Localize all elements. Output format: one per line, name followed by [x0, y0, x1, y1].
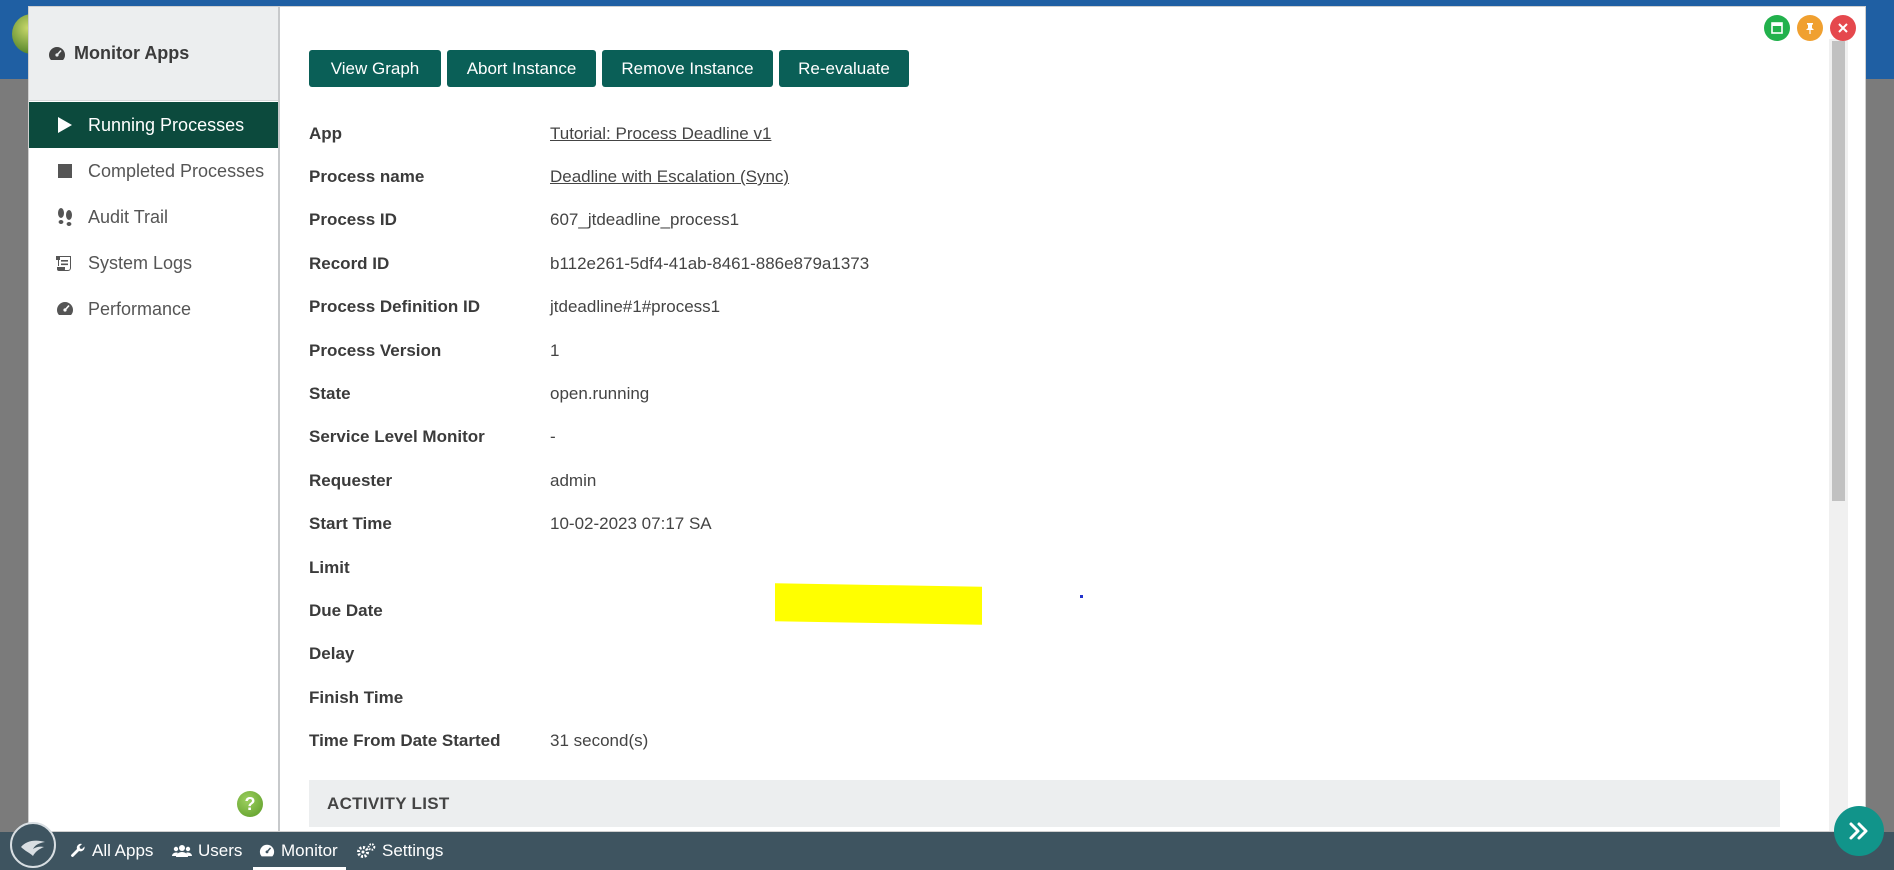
view-graph-button[interactable]: View Graph [309, 50, 441, 87]
remove-instance-button[interactable]: Remove Instance [602, 50, 773, 87]
expand-sidebar-button[interactable] [1834, 806, 1884, 856]
detail-label: Process Version [309, 340, 442, 360]
detail-label: Limit [309, 557, 350, 577]
detail-value: open.running [550, 384, 650, 404]
detail-value: 31 second(s) [550, 731, 649, 751]
sidebar-item-label: Running Processes [88, 114, 245, 135]
sidebar-item-completed-processes[interactable]: Completed Processes [29, 148, 278, 194]
detail-label: App [309, 123, 343, 143]
detail-row-delay: Delay [309, 633, 1509, 676]
minimize-button[interactable] [1764, 15, 1790, 41]
cogs-icon [357, 843, 376, 858]
detail-label: Process Definition ID [309, 297, 480, 317]
taskbar-all-apps[interactable]: All Apps [70, 832, 153, 870]
vertical-scrollbar[interactable] [1829, 39, 1848, 831]
detail-value: jtdeadline#1#process1 [550, 297, 721, 317]
help-icon[interactable]: ? [237, 791, 263, 817]
taskbar-monitor[interactable]: Monitor [253, 832, 346, 870]
detail-value: admin [550, 470, 597, 490]
detail-label: Process ID [309, 210, 397, 230]
abort-instance-button[interactable]: Abort Instance [447, 50, 596, 87]
detail-row-process-definition-id: Process Definition ID jtdeadline#1#proce… [309, 286, 1509, 329]
tachometer-icon [54, 300, 76, 318]
joget-logo-icon [21, 840, 45, 856]
toolbar: View Graph Abort Instance Remove Instanc… [309, 50, 909, 87]
sidebar-item-label: Performance [88, 298, 192, 319]
sidebar-title: Monitor Apps [74, 43, 190, 63]
detail-row-state: State open.running [309, 372, 1509, 415]
detail-label: Finish Time [309, 687, 404, 707]
detail-label: State [309, 384, 351, 404]
pin-button[interactable] [1797, 15, 1823, 41]
footprints-icon [54, 207, 76, 227]
taskbar-item-label: Monitor [281, 841, 338, 860]
double-chevron-right-icon [1849, 822, 1868, 840]
process-details: App Tutorial: Process Deadline v1 Proces… [309, 112, 1509, 763]
detail-row-requester: Requester admin [309, 459, 1509, 502]
taskbar-item-label: Users [198, 841, 243, 860]
detail-value: 10-02-2023 07:17 SA [550, 514, 712, 534]
detail-row-record-id: Record ID b112e261-5df4-41ab-8461-886e87… [309, 242, 1509, 285]
detail-label: Time From Date Started [309, 731, 501, 751]
close-icon [1838, 23, 1848, 33]
detail-label: Delay [309, 644, 355, 664]
monitor-modal: Monitor Apps Running Processes Completed… [28, 6, 1866, 832]
taskbar-item-label: All Apps [92, 841, 154, 860]
detail-value: - [550, 427, 556, 447]
detail-row-process-name: Process name Deadline with Escalation (S… [309, 155, 1509, 198]
detail-label: Start Time [309, 514, 392, 534]
sidebar-header: Monitor Apps [29, 7, 278, 101]
stop-icon [54, 163, 76, 179]
process-detail-panel: View Graph Abort Instance Remove Instanc… [282, 7, 1848, 831]
tachometer-icon [48, 45, 66, 63]
taskbar-settings[interactable]: Settings [356, 832, 443, 870]
scrollbar-thumb[interactable] [1832, 41, 1845, 501]
sidebar-item-system-logs[interactable]: System Logs [29, 240, 278, 286]
window-minimize-icon [1771, 22, 1783, 34]
sidebar-item-label: System Logs [88, 252, 193, 273]
scroll-icon [54, 254, 76, 272]
detail-label: Due Date [309, 600, 383, 620]
activity-list-title: ACTIVITY LIST [327, 793, 450, 813]
home-logo-button[interactable] [10, 822, 56, 868]
sidebar-item-audit-trail[interactable]: Audit Trail [29, 194, 278, 240]
detail-row-limit: Limit [309, 546, 1509, 589]
taskbar-users[interactable]: Users [172, 832, 242, 870]
sidebar: Monitor Apps Running Processes Completed… [29, 7, 280, 831]
detail-label: Requester [309, 470, 393, 490]
process-name-link[interactable]: Deadline with Escalation (Sync) [550, 167, 789, 187]
detail-label: Record ID [309, 253, 390, 273]
detail-row-process-version: Process Version 1 [309, 329, 1509, 372]
sidebar-item-label: Audit Trail [88, 206, 169, 227]
detail-row-service-level-monitor: Service Level Monitor - [309, 416, 1509, 459]
activity-list-header: ACTIVITY LIST [309, 780, 1780, 827]
re-evaluate-button[interactable]: Re-evaluate [779, 50, 909, 87]
wrench-icon [71, 843, 85, 857]
tachometer-icon [259, 844, 275, 857]
detail-row-time-from-date-started: Time From Date Started 31 second(s) [309, 719, 1509, 762]
detail-label: Process name [309, 167, 425, 187]
detail-value: b112e261-5df4-41ab-8461-886e879a1373 [550, 253, 870, 273]
detail-row-process-id: Process ID 607_jtdeadline_process1 [309, 199, 1509, 242]
detail-row-finish-time: Finish Time [309, 676, 1509, 719]
detail-row-app: App Tutorial: Process Deadline v1 [309, 112, 1509, 155]
app-link[interactable]: Tutorial: Process Deadline v1 [550, 124, 771, 144]
play-icon [54, 116, 76, 134]
help-glyph: ? [244, 793, 256, 814]
taskbar-item-label: Settings [382, 841, 444, 860]
close-button[interactable] [1830, 15, 1856, 41]
sidebar-item-label: Completed Processes [88, 160, 265, 181]
detail-value: 1 [550, 340, 560, 360]
pin-icon [1806, 23, 1814, 34]
detail-value: 607_jtdeadline_process1 [550, 210, 740, 230]
users-icon [172, 845, 192, 857]
detail-label: Service Level Monitor [309, 427, 485, 447]
stray-dot-mark [1080, 595, 1083, 598]
sidebar-item-running-processes[interactable]: Running Processes [29, 102, 278, 148]
yellow-highlight-annotation [775, 583, 982, 625]
sidebar-item-performance[interactable]: Performance [29, 286, 278, 332]
detail-row-start-time: Start Time 10-02-2023 07:17 SA [309, 503, 1509, 546]
